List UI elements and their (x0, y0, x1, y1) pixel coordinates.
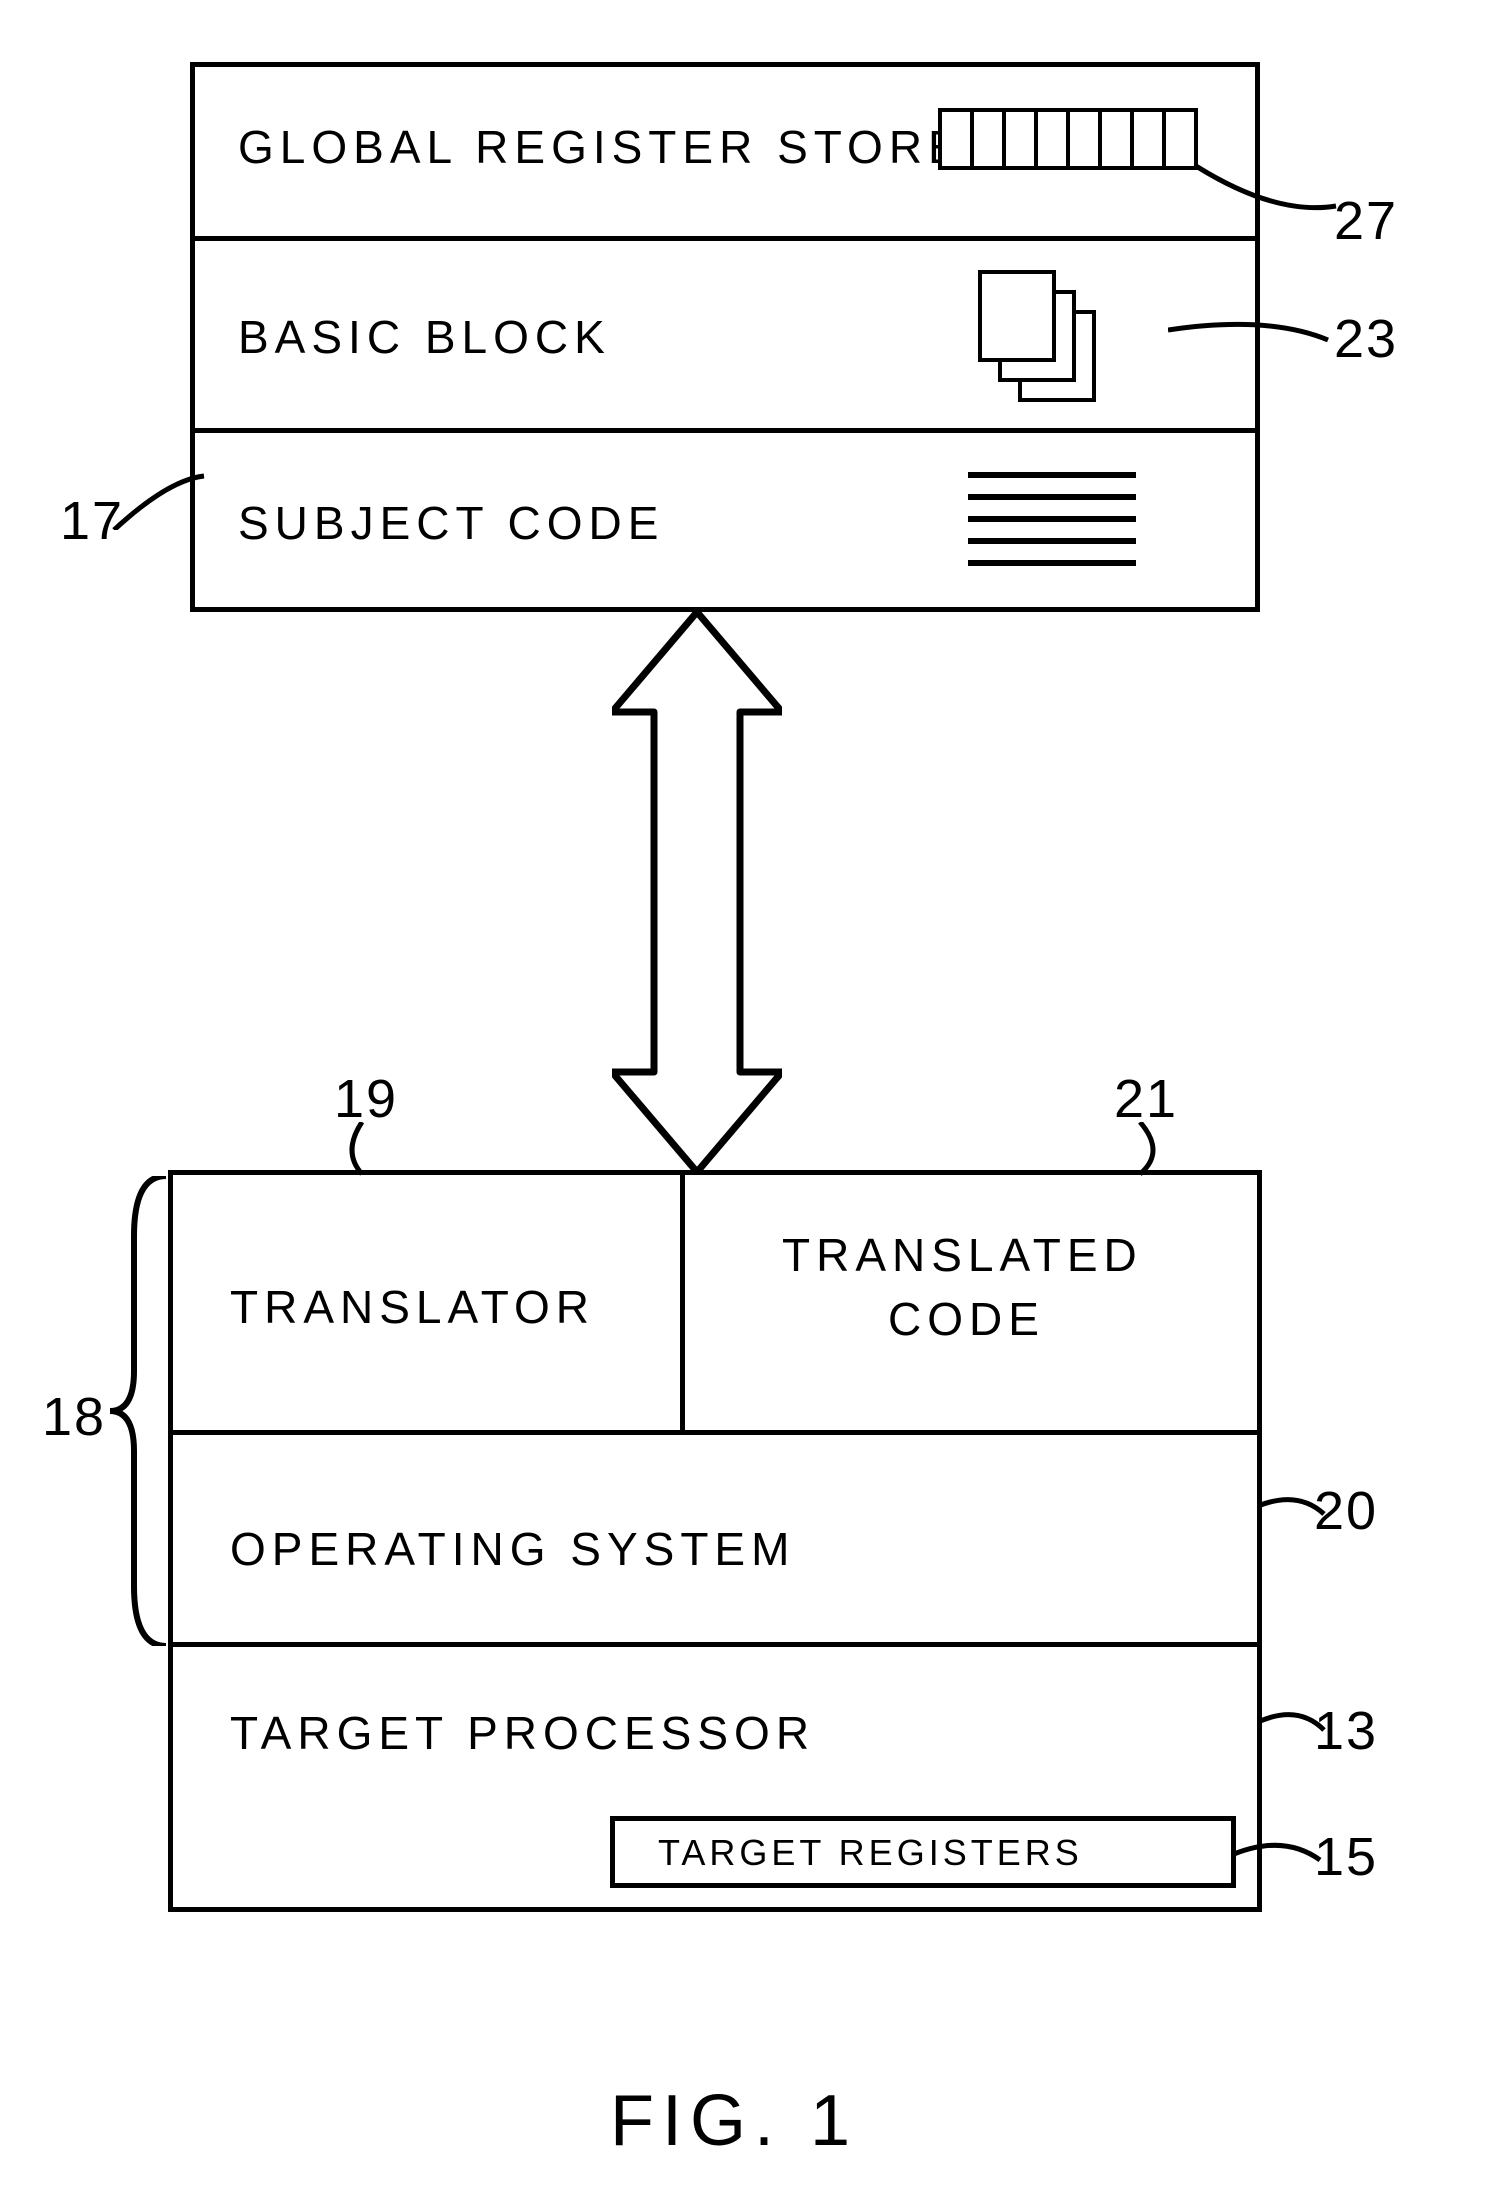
leader-21 (1110, 1122, 1170, 1182)
target-registers-label: TARGET REGISTERS (658, 1832, 1083, 1874)
top-sep-1 (190, 236, 1260, 241)
translated-code-label-line1: TRANSLATED (782, 1228, 1143, 1282)
subject-code-label: SUBJECT CODE (238, 496, 664, 550)
top-sep-2 (190, 428, 1260, 433)
target-processor-label: TARGET PROCESSOR (230, 1706, 815, 1760)
brace-18 (106, 1176, 176, 1646)
bot-sep-1 (168, 1430, 1262, 1435)
bot-vsep (680, 1170, 685, 1432)
figure-caption: FIG. 1 (610, 2080, 858, 2162)
translator-label: TRANSLATOR (230, 1280, 595, 1334)
ref-21: 21 (1114, 1068, 1178, 1130)
double-arrow-icon (612, 612, 782, 1172)
operating-system-label: OPERATING SYSTEM (230, 1522, 795, 1576)
leader-15 (1234, 1834, 1334, 1884)
leader-19 (342, 1122, 402, 1182)
ref-18: 18 (42, 1386, 106, 1448)
basic-block-label: BASIC BLOCK (238, 310, 611, 364)
bot-sep-2 (168, 1642, 1262, 1647)
leader-17 (108, 470, 208, 530)
leader-13 (1258, 1704, 1338, 1754)
leader-23 (1168, 310, 1348, 370)
leader-20 (1258, 1490, 1338, 1540)
leader-27 (1196, 146, 1356, 226)
translated-code-label-line2: CODE (888, 1292, 1045, 1346)
global-register-store-label: GLOBAL REGISTER STORE (238, 120, 965, 174)
ref-19: 19 (334, 1068, 398, 1130)
diagram-stage: GLOBAL REGISTER STORE BASIC BLOCK SUBJEC… (0, 0, 1506, 2199)
